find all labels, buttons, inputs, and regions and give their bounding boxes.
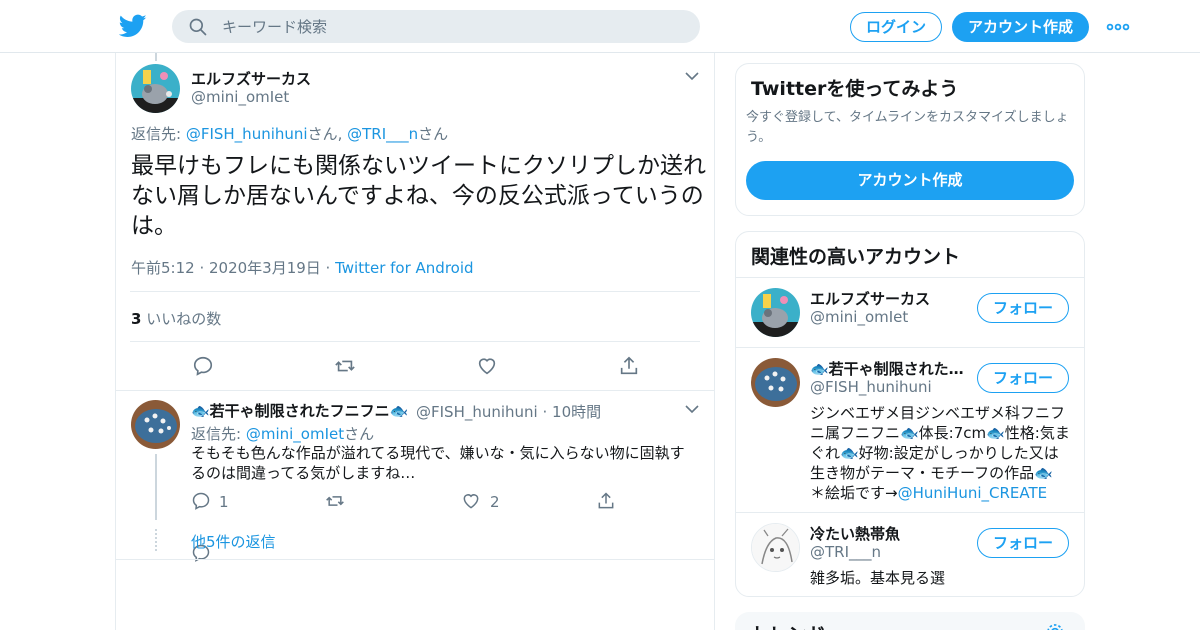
divider xyxy=(130,341,700,342)
main-column: エルフズサーカス @mini_omIet 返信先: @FISH_hunihuni… xyxy=(115,53,715,630)
account-bio: ジンベエザメ目ジンベエザメ科フニフニ属フニフニ🐟体長:7cm🐟性格:気まぐれ🐟好… xyxy=(810,403,1072,503)
avatar[interactable] xyxy=(131,400,180,449)
card-subtitle: 今すぐ登録して、タイムラインをカスタマイズしましょう。 xyxy=(746,110,1069,145)
likes-count: 3 xyxy=(131,310,142,328)
account-name[interactable]: 冷たい熱帯魚 xyxy=(810,523,900,544)
related-accounts-card: 関連性の高いアカウント エルフズサーカス @mini_omIet フォロー 🐟若… xyxy=(735,231,1085,597)
thread-connector xyxy=(155,53,157,61)
login-button[interactable]: ログイン xyxy=(850,12,942,42)
divider xyxy=(116,559,714,560)
account-handle[interactable]: @TRI___n xyxy=(810,543,881,561)
author-name[interactable]: エルフズサーカス xyxy=(191,68,311,89)
like-icon[interactable] xyxy=(476,355,498,377)
account-name[interactable]: 🐟若干ゃ制限された… xyxy=(810,358,964,379)
avatar[interactable] xyxy=(751,288,800,337)
mention-link[interactable]: @mini_omIet xyxy=(246,425,344,443)
reply-count: 1 xyxy=(219,493,229,511)
reply-to-prefix: 返信先: xyxy=(131,125,186,143)
reply-text: そもそも色んな作品が溢れてる現代で、嫌いな・気に入らない物に固執するのは間違って… xyxy=(191,444,685,482)
signup-button[interactable]: アカウント作成 xyxy=(952,12,1089,42)
more-options-icon[interactable] xyxy=(1106,17,1130,37)
retweet-icon[interactable] xyxy=(325,491,345,511)
account-item[interactable]: 冷たい熱帯魚 @TRI___n フォロー 雑多垢。基本見る選 xyxy=(736,512,1084,596)
reply-icon[interactable] xyxy=(191,491,211,511)
thread-dotted-connector xyxy=(155,529,157,551)
follow-button[interactable]: フォロー xyxy=(977,363,1069,393)
like-icon[interactable] xyxy=(461,491,481,511)
reply-author-name[interactable]: 🐟若干ゃ制限されたフニフニ🐟 xyxy=(191,400,408,421)
top-bar: ログイン アカウント作成 xyxy=(0,0,1200,53)
reply-to-suffix: さん xyxy=(344,425,375,443)
share-icon[interactable] xyxy=(618,355,640,377)
gear-icon[interactable] xyxy=(1045,622,1065,630)
account-item[interactable]: エルフズサーカス @mini_omIet フォロー xyxy=(736,277,1084,347)
mention-link[interactable]: @TRI___n xyxy=(347,125,418,143)
bio-mention-link[interactable]: @HuniHuni_CREATE xyxy=(898,484,1048,502)
create-account-button[interactable]: アカウント作成 xyxy=(746,161,1074,200)
card-title: トレンド xyxy=(750,620,826,630)
tweet-metadata: 午前5:12 · 2020年3月19日 · Twitter for Androi… xyxy=(131,257,474,278)
chevron-down-icon[interactable] xyxy=(685,71,699,81)
likes-stat[interactable]: 3 いいねの数 xyxy=(131,308,221,329)
follow-button[interactable]: フォロー xyxy=(977,293,1069,323)
reply-to-prefix: 返信先: xyxy=(191,425,246,443)
tweet-timestamp[interactable]: 午前5:12 · 2020年3月19日 · xyxy=(131,259,335,277)
trends-card: トレンド xyxy=(735,612,1085,630)
card-title: Twitterを使ってみよう xyxy=(751,78,959,100)
avatar[interactable] xyxy=(131,64,180,113)
share-icon[interactable] xyxy=(596,491,616,511)
thread-connector xyxy=(155,454,157,520)
account-handle[interactable]: @FISH_hunihuni xyxy=(810,378,932,396)
reply-to-separator: さん, xyxy=(307,125,348,143)
likes-label: いいねの数 xyxy=(141,310,222,328)
reply-to-line: 返信先: @FISH_hunihuniさん, @TRI___nさん xyxy=(131,123,448,144)
search-input[interactable] xyxy=(222,10,682,43)
card-title: 関連性の高いアカウント xyxy=(751,246,961,268)
reply-to-suffix: さん xyxy=(418,125,449,143)
divider xyxy=(130,291,700,292)
tweet-client-link[interactable]: Twitter for Android xyxy=(335,259,473,277)
twitter-bird-logo-icon[interactable] xyxy=(119,12,147,40)
reply-to-line: 返信先: @mini_omIetさん xyxy=(191,423,374,444)
account-name[interactable]: エルフズサーカス xyxy=(810,288,930,309)
avatar[interactable] xyxy=(751,523,800,572)
search-icon xyxy=(189,18,207,36)
try-twitter-card: Twitterを使ってみよう 今すぐ登録して、タイムラインをカスタマイズしましょ… xyxy=(735,63,1085,216)
reply-author-handle[interactable]: @FISH_hunihuni · 10時間 xyxy=(416,401,601,422)
account-handle[interactable]: @mini_omIet xyxy=(810,308,908,326)
author-handle[interactable]: @mini_omIet xyxy=(191,88,289,106)
search-bar xyxy=(172,10,700,43)
account-bio: 雑多垢。基本見る選 xyxy=(810,569,946,587)
more-replies-link[interactable]: 他5件の返信 xyxy=(191,531,276,552)
avatar[interactable] xyxy=(751,358,800,407)
reply-icon[interactable] xyxy=(192,355,214,377)
like-count: 2 xyxy=(490,493,500,511)
retweet-icon[interactable] xyxy=(334,355,356,377)
mention-link[interactable]: @FISH_hunihuni xyxy=(186,125,308,143)
tweet-text: 最早けもフレにも関係ないツイートにクソリプしか送れない屑しか居ないんですよね、今… xyxy=(131,153,706,239)
follow-button[interactable]: フォロー xyxy=(977,528,1069,558)
account-item[interactable]: 🐟若干ゃ制限された… @FISH_hunihuni フォロー ジンベエザメ目ジン… xyxy=(736,347,1084,512)
chevron-down-icon[interactable] xyxy=(685,404,699,414)
